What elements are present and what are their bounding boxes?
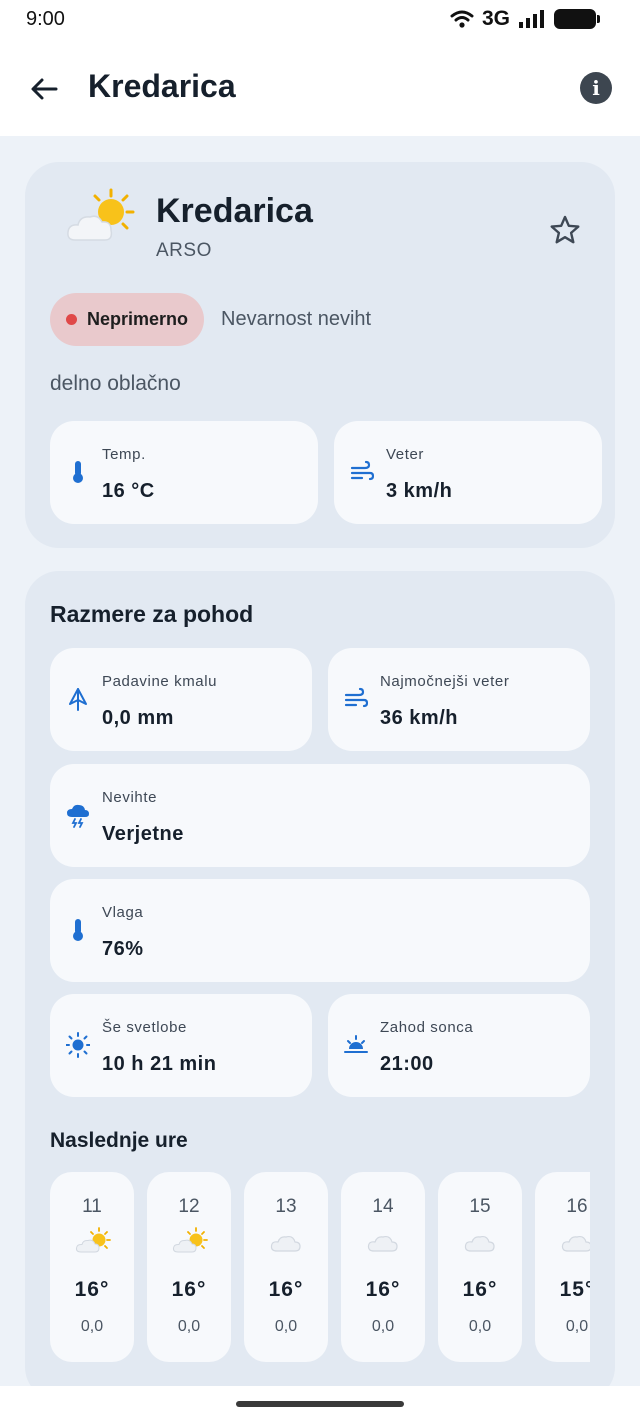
partly-cloudy-icon	[67, 188, 135, 241]
storms-label: Nevihte	[102, 789, 158, 806]
hour-precip: 0,0	[274, 1318, 298, 1335]
hike-title: Razmere za pohod	[50, 601, 254, 627]
status-badge: Neprimerno	[50, 293, 205, 346]
network-type: 3G	[481, 7, 510, 30]
temp-tile: Temp. 16 °C	[50, 421, 318, 524]
hour-temp: 16°	[365, 1278, 401, 1301]
cloud-icon	[464, 1235, 495, 1252]
hour-card: 16 15° 0,0	[535, 1172, 590, 1362]
cloud-icon	[367, 1235, 398, 1252]
hour-label: 11	[82, 1196, 102, 1217]
wind-tile: Veter 3 km/h	[334, 421, 602, 524]
thunderstorm-icon	[67, 804, 89, 828]
hourly-forecast-strip[interactable]: 11 16° 0,0 12 16° 0,0 13 16° 0,0 14 16° …	[50, 1172, 590, 1364]
daylight-value: 10 h 21 min	[102, 1053, 217, 1075]
precip-tile: Padavine kmalu 0,0 mm	[50, 648, 312, 751]
thermometer-icon	[73, 919, 83, 941]
hour-temp: 16°	[462, 1278, 498, 1301]
temp-label: Temp.	[102, 446, 146, 463]
storms-tile: Nevihte Verjetne	[50, 764, 590, 867]
precip-label: Padavine kmalu	[102, 673, 218, 690]
hour-card: 12 16° 0,0	[147, 1172, 231, 1362]
hazard-text: Nevarnost neviht	[221, 308, 372, 330]
back-arrow-icon[interactable]	[28, 73, 60, 105]
system-nav-bar	[0, 1386, 640, 1422]
wind-label: Veter	[386, 446, 425, 463]
status-bar: 9:00 3G	[0, 0, 640, 38]
wind-icon	[344, 687, 368, 708]
gesture-handle[interactable]	[236, 1401, 404, 1407]
status-time: 9:00	[26, 7, 65, 30]
hour-label: 12	[178, 1196, 200, 1217]
sunset-label: Zahod sonca	[380, 1019, 474, 1036]
hour-label: 16	[566, 1196, 588, 1217]
hourly-title: Naslednje ure	[50, 1129, 188, 1152]
hour-label: 14	[372, 1196, 394, 1217]
info-icon[interactable]: i	[580, 72, 612, 104]
station-name: Kredarica	[156, 192, 313, 230]
hour-card: 11 16° 0,0	[50, 1172, 134, 1362]
gust-tile: Najmočnejši veter 36 km/h	[328, 648, 590, 751]
favorite-star-icon[interactable]	[549, 214, 581, 246]
cloud-icon	[270, 1235, 301, 1252]
hour-temp: 15°	[559, 1278, 590, 1301]
hike-conditions-card: Razmere za pohod Padavine kmalu 0,0 mm N…	[25, 571, 615, 1386]
hour-temp: 16°	[74, 1278, 110, 1301]
humidity-label: Vlaga	[102, 904, 144, 921]
content-scroll[interactable]: Kredarica ARSO Neprimerno Nevarnost nevi…	[0, 136, 640, 1386]
status-icons: 3G	[450, 7, 600, 31]
humidity-tile: Vlaga 76%	[50, 879, 590, 982]
battery-icon	[554, 9, 600, 29]
hour-label: 13	[275, 1196, 297, 1217]
wifi-icon	[450, 10, 474, 28]
gust-label: Najmočnejši veter	[380, 673, 510, 690]
page-title: Kredarica	[88, 68, 236, 104]
hour-precip: 0,0	[371, 1318, 395, 1335]
app-bar: Kredarica i	[0, 38, 640, 136]
station-source: ARSO	[156, 240, 212, 261]
partly-sunny-icon	[172, 1227, 208, 1253]
hour-label: 15	[469, 1196, 491, 1217]
hour-precip: 0,0	[565, 1318, 589, 1335]
hour-card: 15 16° 0,0	[438, 1172, 522, 1362]
hour-precip: 0,0	[80, 1318, 104, 1335]
hour-card: 14 16° 0,0	[341, 1172, 425, 1362]
status-label: Neprimerno	[87, 309, 189, 329]
sunset-icon	[344, 1035, 368, 1053]
cloud-icon	[561, 1235, 590, 1252]
hour-precip: 0,0	[177, 1318, 201, 1335]
condition-text: delno oblačno	[50, 372, 181, 395]
sunset-tile: Zahod sonca 21:00	[328, 994, 590, 1097]
partly-sunny-icon	[75, 1227, 111, 1253]
wind-icon	[350, 460, 374, 481]
gust-value: 36 km/h	[380, 707, 458, 729]
status-dot	[66, 314, 77, 325]
precip-value: 0,0 mm	[102, 707, 174, 729]
thermometer-icon	[73, 461, 83, 483]
daylight-label: Še svetlobe	[102, 1019, 187, 1036]
hour-card: 13 16° 0,0	[244, 1172, 328, 1362]
sun-icon	[66, 1032, 90, 1058]
hour-temp: 16°	[268, 1278, 304, 1301]
humidity-value: 76%	[102, 938, 144, 960]
signal-icon	[519, 10, 544, 28]
station-card: Kredarica ARSO Neprimerno Nevarnost nevi…	[25, 162, 615, 548]
umbrella-icon	[69, 688, 87, 711]
storms-value: Verjetne	[102, 823, 184, 845]
hour-precip: 0,0	[468, 1318, 492, 1335]
daylight-tile: Še svetlobe 10 h 21 min	[50, 994, 312, 1097]
hour-temp: 16°	[171, 1278, 207, 1301]
wind-value: 3 km/h	[386, 480, 453, 502]
temp-value: 16 °C	[102, 480, 155, 502]
sunset-value: 21:00	[380, 1053, 434, 1075]
